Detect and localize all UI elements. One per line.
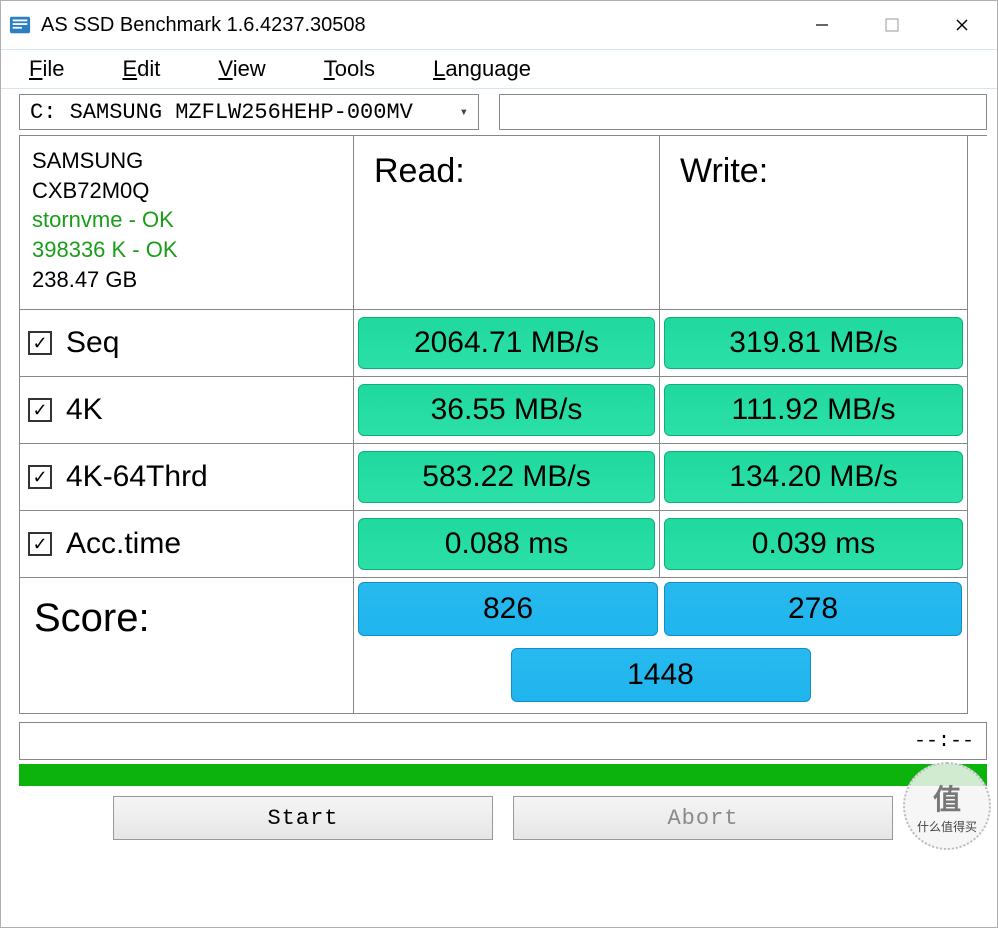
menu-view[interactable]: View bbox=[218, 56, 265, 82]
minimize-button[interactable] bbox=[787, 1, 857, 49]
4k-write-value: 111.92 MB/s bbox=[664, 384, 963, 436]
app-window: AS SSD Benchmark 1.6.4237.30508 File Edi… bbox=[0, 0, 998, 928]
header-read: Read: bbox=[354, 136, 660, 310]
4k64-write-value: 134.20 MB/s bbox=[664, 451, 963, 503]
info-box bbox=[499, 94, 987, 130]
titlebar: AS SSD Benchmark 1.6.4237.30508 bbox=[1, 1, 997, 49]
menubar: File Edit View Tools Language bbox=[1, 49, 997, 89]
watermark: 值 什么值得买 bbox=[903, 762, 991, 850]
header-write: Write: bbox=[660, 136, 968, 310]
acc-write-value: 0.039 ms bbox=[664, 518, 963, 570]
abort-button[interactable]: Abort bbox=[513, 796, 893, 840]
drive-selector-row: C: SAMSUNG MZFLW256HEHP-000MV ▾ bbox=[1, 89, 997, 135]
progress-text: --:-- bbox=[19, 722, 987, 760]
drive-vendor: SAMSUNG bbox=[32, 146, 341, 176]
acc-label: Acc.time bbox=[66, 527, 181, 561]
4k-checkbox[interactable]: ✓ bbox=[28, 398, 52, 422]
drive-dropdown-label: C: SAMSUNG MZFLW256HEHP-000MV bbox=[30, 100, 413, 125]
4k-label: 4K bbox=[66, 393, 103, 427]
drive-capacity: 238.47 GB bbox=[32, 265, 341, 295]
4k64-checkbox[interactable]: ✓ bbox=[28, 465, 52, 489]
acc-read-value: 0.088 ms bbox=[358, 518, 655, 570]
score-write: 278 bbox=[664, 582, 962, 636]
4k64-label: 4K-64Thrd bbox=[66, 460, 208, 494]
chevron-down-icon: ▾ bbox=[460, 104, 468, 121]
4k-read-value: 36.55 MB/s bbox=[358, 384, 655, 436]
progress-bar bbox=[19, 764, 987, 786]
seq-write-value: 319.81 MB/s bbox=[664, 317, 963, 369]
menu-tools[interactable]: Tools bbox=[324, 56, 375, 82]
app-icon bbox=[9, 14, 31, 36]
menu-language[interactable]: Language bbox=[433, 56, 531, 82]
drive-info: SAMSUNG CXB72M0Q stornvme - OK 398336 K … bbox=[20, 136, 353, 304]
close-button[interactable] bbox=[927, 1, 997, 49]
4k64-read-value: 583.22 MB/s bbox=[358, 451, 655, 503]
results-grid: SAMSUNG CXB72M0Q stornvme - OK 398336 K … bbox=[19, 135, 987, 714]
seq-read-value: 2064.71 MB/s bbox=[358, 317, 655, 369]
score-read: 826 bbox=[358, 582, 658, 636]
score-label: Score: bbox=[20, 578, 354, 714]
seq-checkbox[interactable]: ✓ bbox=[28, 331, 52, 355]
maximize-button[interactable] bbox=[857, 1, 927, 49]
score-total: 1448 bbox=[511, 648, 811, 702]
menu-file[interactable]: File bbox=[29, 56, 64, 82]
seq-label: Seq bbox=[66, 326, 119, 360]
menu-edit[interactable]: Edit bbox=[122, 56, 160, 82]
start-button[interactable]: Start bbox=[113, 796, 493, 840]
drive-driver-status: stornvme - OK bbox=[32, 205, 341, 235]
drive-firmware: CXB72M0Q bbox=[32, 176, 341, 206]
acc-checkbox[interactable]: ✓ bbox=[28, 532, 52, 556]
drive-alignment-status: 398336 K - OK bbox=[32, 235, 341, 265]
drive-dropdown[interactable]: C: SAMSUNG MZFLW256HEHP-000MV ▾ bbox=[19, 94, 479, 130]
score-area: 826 278 1448 bbox=[354, 578, 968, 714]
window-title: AS SSD Benchmark 1.6.4237.30508 bbox=[41, 14, 787, 37]
